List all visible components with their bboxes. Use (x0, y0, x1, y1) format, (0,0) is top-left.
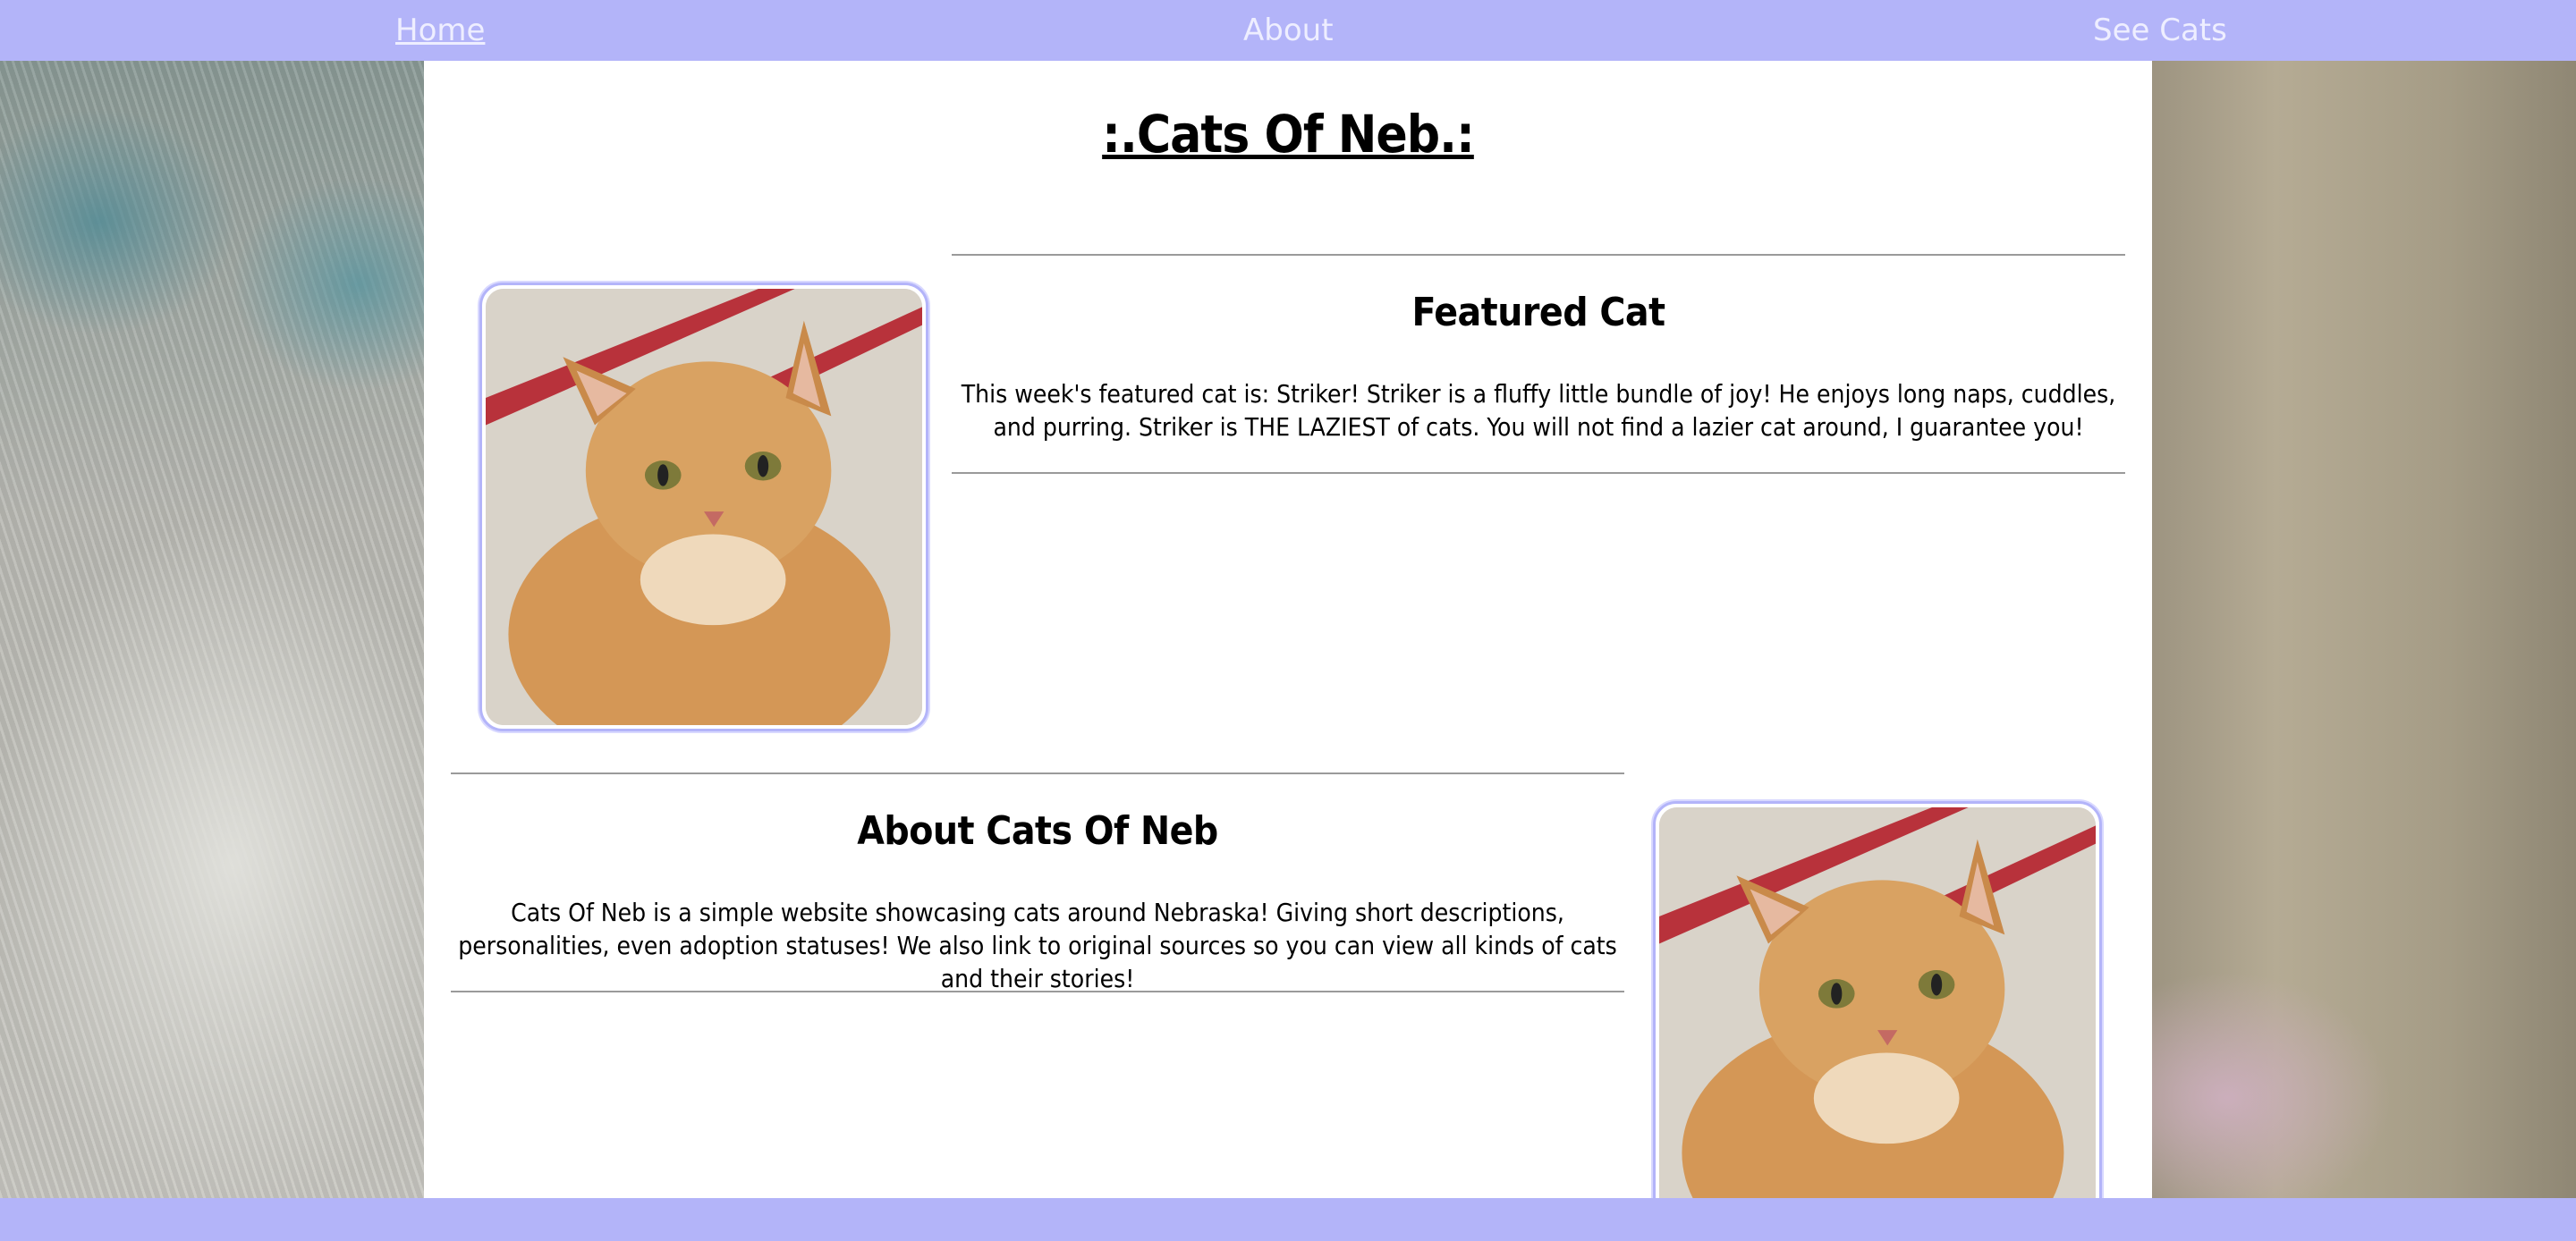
divider (451, 991, 1624, 992)
about-heading: About Cats Of Neb (857, 808, 1218, 854)
top-navigation: Home About See Cats (0, 0, 2576, 61)
about-cat-photo (1653, 801, 2102, 1225)
featured-cat-heading: Featured Cat (1411, 290, 1665, 335)
footer-bar (0, 1198, 2576, 1241)
nav-link-see-cats[interactable]: See Cats (2093, 13, 2227, 48)
divider (451, 772, 1624, 774)
site-title: :.Cats Of Neb.: (1102, 104, 1475, 165)
divider (952, 254, 2125, 256)
nav-link-about[interactable]: About (1243, 13, 1334, 48)
featured-cat-photo (479, 283, 928, 731)
background-photo-right (2147, 61, 2576, 1198)
cat-image (1659, 807, 2096, 1219)
featured-cat-description: This week's featured cat is: Striker! St… (961, 379, 2116, 442)
divider (952, 472, 2125, 474)
content-panel: :.Cats Of Neb.: Featured Cat This week's… (424, 61, 2152, 1225)
about-description: Cats Of Neb is a simple website showcasi… (458, 898, 1617, 993)
cat-image (486, 289, 922, 725)
nav-link-home[interactable]: Home (395, 13, 485, 48)
